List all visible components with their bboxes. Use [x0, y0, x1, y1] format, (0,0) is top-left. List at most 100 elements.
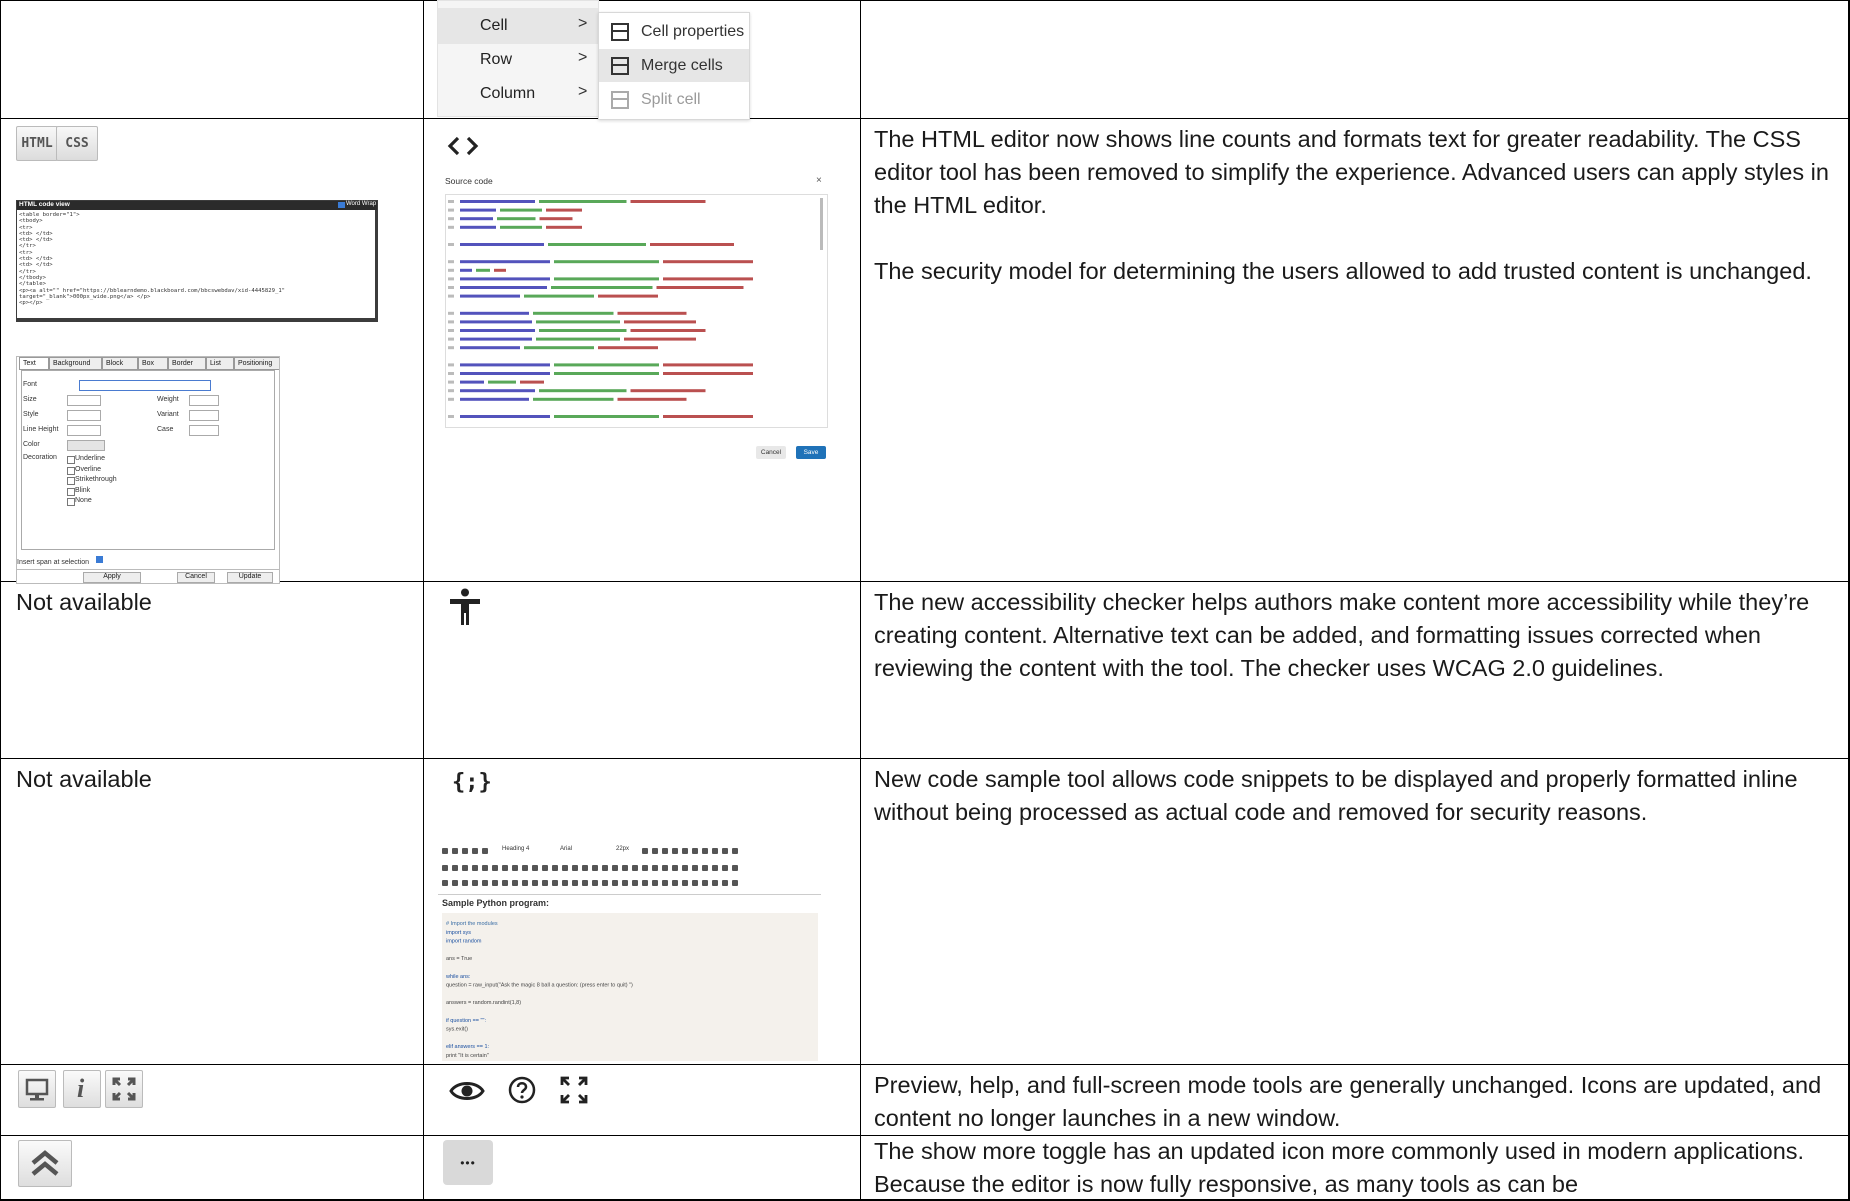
css-tab[interactable]: List: [206, 357, 234, 370]
editor-scrollbar[interactable]: [820, 198, 823, 250]
toolbar-button[interactable]: [452, 865, 458, 871]
update-button[interactable]: Update: [227, 572, 273, 583]
source-save-button[interactable]: Save: [796, 446, 826, 459]
css-field-select[interactable]: [189, 425, 219, 436]
toolbar-button[interactable]: [452, 880, 458, 886]
toolbar-button[interactable]: [642, 880, 648, 886]
toolbar-button[interactable]: [532, 880, 538, 886]
toolbar-button[interactable]: [642, 865, 648, 871]
toolbar-button[interactable]: [522, 865, 528, 871]
menu-item-cell[interactable]: Cell: [480, 17, 508, 35]
toolbar-button[interactable]: [692, 865, 698, 871]
css-tab[interactable]: Border: [168, 357, 206, 370]
toolbar-button[interactable]: [552, 880, 558, 886]
toolbar-button[interactable]: [682, 848, 688, 854]
toolbar-button[interactable]: [572, 880, 578, 886]
toolbar-button[interactable]: [702, 880, 708, 886]
toolbar-button[interactable]: [732, 865, 738, 871]
toolbar-button[interactable]: [502, 880, 508, 886]
toolbar-button[interactable]: [712, 865, 718, 871]
toolbar-button[interactable]: [692, 880, 698, 886]
toolbar-button[interactable]: [602, 880, 608, 886]
format-select[interactable]: Heading 4: [502, 846, 529, 852]
toolbar-button[interactable]: [592, 865, 598, 871]
toolbar-button[interactable]: [712, 848, 718, 854]
toolbar-button[interactable]: [582, 880, 588, 886]
css-tab[interactable]: Box: [138, 357, 168, 370]
font-select[interactable]: [79, 380, 211, 391]
css-tab[interactable]: Background: [49, 357, 102, 370]
toolbar-button[interactable]: [702, 848, 708, 854]
toolbar-button[interactable]: [492, 865, 498, 871]
apply-button[interactable]: Apply: [83, 572, 141, 583]
menu-item-row[interactable]: Row: [480, 51, 512, 69]
css-field-select[interactable]: [67, 395, 101, 406]
toolbar-button[interactable]: [702, 865, 708, 871]
color-input[interactable]: [67, 440, 105, 451]
toolbar-button[interactable]: [672, 880, 678, 886]
toolbar-button[interactable]: [662, 865, 668, 871]
toolbar-button[interactable]: [532, 865, 538, 871]
toolbar-button[interactable]: [552, 865, 558, 871]
toolbar-button[interactable]: [672, 848, 678, 854]
css-field-select[interactable]: [67, 425, 101, 436]
toolbar-button[interactable]: [452, 848, 458, 854]
toolbar-button[interactable]: [512, 865, 518, 871]
toolbar-button[interactable]: [512, 880, 518, 886]
toolbar-button[interactable]: [642, 848, 648, 854]
toolbar-button[interactable]: [442, 865, 448, 871]
toolbar-button[interactable]: [562, 880, 568, 886]
toolbar-button[interactable]: [652, 880, 658, 886]
word-wrap-checkbox[interactable]: [338, 202, 345, 208]
toolbar-button[interactable]: [462, 865, 468, 871]
source-cancel-button[interactable]: Cancel: [756, 446, 786, 459]
toolbar-button[interactable]: [472, 865, 478, 871]
toolbar-button[interactable]: [442, 848, 448, 854]
toolbar-button[interactable]: [472, 880, 478, 886]
toolbar-button[interactable]: [492, 880, 498, 886]
toolbar-button[interactable]: [732, 880, 738, 886]
size-select[interactable]: 22px: [616, 846, 629, 852]
toolbar-button[interactable]: [542, 865, 548, 871]
toolbar-button[interactable]: [722, 880, 728, 886]
submenu-merge-cells[interactable]: Merge cells: [599, 49, 749, 82]
toolbar-button[interactable]: [482, 880, 488, 886]
insert-span-checkbox[interactable]: [96, 556, 103, 563]
close-icon[interactable]: ×: [816, 175, 822, 186]
toolbar-button[interactable]: [662, 880, 668, 886]
decoration-checkbox[interactable]: [67, 466, 75, 475]
toolbar-button[interactable]: [662, 848, 668, 854]
toolbar-button[interactable]: [562, 865, 568, 871]
toolbar-button[interactable]: [612, 880, 618, 886]
css-tab[interactable]: Block: [102, 357, 138, 370]
toolbar-button[interactable]: [602, 865, 608, 871]
toolbar-button[interactable]: [632, 865, 638, 871]
toolbar-button[interactable]: [722, 848, 728, 854]
css-tab[interactable]: Text: [19, 357, 49, 370]
toolbar-button[interactable]: [622, 865, 628, 871]
decoration-checkbox[interactable]: [67, 498, 75, 506]
toolbar-button[interactable]: [462, 880, 468, 886]
toolbar-button[interactable]: [652, 865, 658, 871]
css-field-select[interactable]: [67, 410, 101, 421]
toolbar-button[interactable]: [732, 848, 738, 854]
toolbar-button[interactable]: [722, 865, 728, 871]
toolbar-button[interactable]: [472, 848, 478, 854]
toolbar-button[interactable]: [612, 865, 618, 871]
decoration-checkbox[interactable]: [67, 456, 75, 464]
decoration-checkbox[interactable]: [67, 477, 75, 485]
toolbar-button[interactable]: [572, 865, 578, 871]
old-code-textarea[interactable]: <table border="1"> <tbody> <tr> <td> </t…: [17, 210, 375, 318]
toolbar-button[interactable]: [652, 848, 658, 854]
decoration-checkbox[interactable]: [67, 487, 75, 496]
toolbar-button[interactable]: [442, 880, 448, 886]
toolbar-button[interactable]: [542, 880, 548, 886]
toolbar-button[interactable]: [672, 865, 678, 871]
font-select[interactable]: Arial: [560, 846, 572, 852]
toolbar-button[interactable]: [592, 880, 598, 886]
toolbar-button[interactable]: [522, 880, 528, 886]
toolbar-button[interactable]: [462, 848, 468, 854]
css-tab[interactable]: Positioning: [234, 357, 279, 370]
cancel-button[interactable]: Cancel: [177, 572, 215, 583]
toolbar-button[interactable]: [632, 880, 638, 886]
